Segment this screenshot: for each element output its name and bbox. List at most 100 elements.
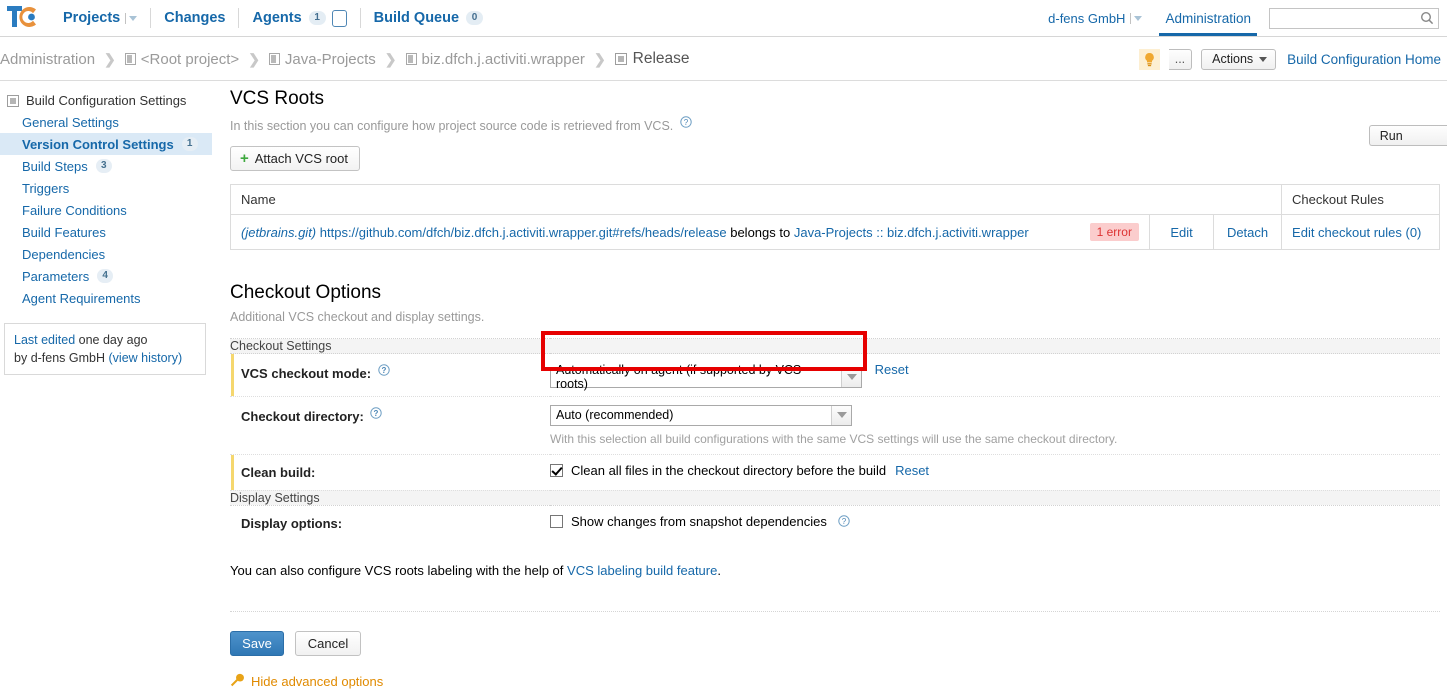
help-icon[interactable]: ? xyxy=(377,364,390,376)
sidebar-item-dependencies[interactable]: Dependencies xyxy=(0,243,212,265)
column-header-name: Name xyxy=(230,184,1283,215)
svg-text:?: ? xyxy=(374,409,379,418)
lightbulb-icon[interactable] xyxy=(1138,48,1160,70)
breadcrumb: Administration ❯ <Root project> ❯ Java-P… xyxy=(0,37,690,81)
agents-status-box[interactable] xyxy=(331,9,347,27)
nav-item-build-queue[interactable]: Build Queue 0 xyxy=(361,0,496,36)
vcs-checkout-mode-label-cell: VCS checkout mode: ? xyxy=(230,353,550,397)
checkout-directory-select[interactable]: Auto (recommended) xyxy=(550,404,852,426)
tab-administration[interactable]: Administration xyxy=(1155,0,1261,36)
sidebar-item-label: General Settings xyxy=(22,114,119,130)
build-configuration-home-link[interactable]: Build Configuration Home xyxy=(1287,52,1441,67)
actions-button[interactable]: Actions xyxy=(1201,48,1277,70)
vcs-root-detach-cell: Detach xyxy=(1213,214,1283,250)
breadcrumb-separator: ❯ xyxy=(248,50,260,67)
row-vcs-checkout-mode: VCS checkout mode: ? Automatically on ag… xyxy=(230,353,1440,397)
chevron-down-icon xyxy=(831,405,851,425)
user-menu[interactable]: d-fens GmbH xyxy=(1035,0,1155,36)
detach-vcs-root-link[interactable]: Detach xyxy=(1227,225,1268,240)
last-edited-link[interactable]: Last edited xyxy=(14,333,75,347)
nav-item-agents[interactable]: Agents 1 xyxy=(239,0,359,36)
display-options-checkbox-row: Show changes from snapshot dependencies … xyxy=(550,514,1440,529)
help-icon[interactable]: ? xyxy=(680,116,692,128)
save-button[interactable]: Save xyxy=(230,630,284,656)
sidebar-item-general-settings[interactable]: General Settings xyxy=(0,111,212,133)
breadcrumb-item-root-project[interactable]: <Root project> xyxy=(124,51,239,68)
breadcrumb-separator: ❯ xyxy=(384,50,397,67)
nav-item-projects[interactable]: Projects xyxy=(50,0,150,36)
sidebar-item-count: 1 xyxy=(181,137,198,151)
checkout-directory-hint: With this selection all build configurat… xyxy=(550,431,1118,446)
row-display-options: Display options: Show changes from snaps… xyxy=(230,505,1440,541)
view-history-link[interactable]: (view history) xyxy=(109,351,183,365)
sidebar-item-version-control-settings[interactable]: Version Control Settings 1 xyxy=(0,133,212,155)
vcs-roots-description: In this section you can configure how pr… xyxy=(230,116,1445,133)
sidebar-item-label: Triggers xyxy=(22,180,70,196)
svg-text:?: ? xyxy=(684,118,689,127)
group-header-display-settings: Display Settings xyxy=(230,489,1440,506)
sidebar-item-agent-requirements[interactable]: Agent Requirements xyxy=(0,287,212,309)
checkout-options-title: Checkout Options xyxy=(230,282,382,303)
sidebar-item-build-features[interactable]: Build Features xyxy=(0,221,212,243)
group-header-checkout-settings: Checkout Settings xyxy=(230,338,1440,354)
reset-checkout-mode-link[interactable]: Reset xyxy=(875,362,909,377)
clean-build-checkbox[interactable] xyxy=(550,463,563,477)
breadcrumb-item-release[interactable]: Release xyxy=(614,50,690,68)
sidebar-item-triggers[interactable]: Triggers xyxy=(0,177,212,199)
vcs-root-name-cell: (jetbrains.git) https://github.com/dfch/… xyxy=(231,215,1080,250)
sidebar-item-parameters[interactable]: Parameters 4 xyxy=(0,265,212,287)
vcs-checkout-mode-select[interactable]: Automatically on agent (if supported by … xyxy=(550,363,862,391)
vcs-labeling-build-feature-link[interactable]: VCS labeling build feature xyxy=(567,563,717,578)
belongs-to-prefix: belongs to xyxy=(730,224,791,240)
nav-item-changes[interactable]: Changes xyxy=(151,0,238,36)
sidebar-item-label: Version Control Settings xyxy=(22,136,174,152)
breadcrumb-label: Release xyxy=(632,50,690,67)
sidebar-item-failure-conditions[interactable]: Failure Conditions xyxy=(0,199,212,221)
display-options-checkbox[interactable] xyxy=(550,514,563,528)
help-icon[interactable]: ? xyxy=(838,515,850,527)
build-config-icon xyxy=(614,53,627,65)
clean-build-checkbox-label: Clean all files in the checkout director… xyxy=(571,462,887,478)
breadcrumb-separator: ❯ xyxy=(104,50,116,67)
hide-advanced-options-toggle[interactable]: Hide advanced options xyxy=(230,673,1445,690)
tab-administration-label: Administration xyxy=(1165,10,1251,26)
projects-dropdown-caret[interactable] xyxy=(125,12,138,24)
edit-vcs-root-link[interactable]: Edit xyxy=(1170,225,1192,240)
attach-vcs-root-button[interactable]: + Attach VCS root xyxy=(230,146,360,171)
chevron-down-icon xyxy=(1259,56,1268,62)
sidebar-item-build-steps[interactable]: Build Steps 3 xyxy=(0,155,212,177)
settings-sidebar: Build Configuration Settings General Set… xyxy=(0,90,212,376)
main-content: VCS Roots In this section you can config… xyxy=(230,88,1445,690)
vcs-root-type-link[interactable]: (jetbrains.git) xyxy=(241,225,316,240)
sidebar-item-count: 4 xyxy=(97,269,114,283)
vcs-labeling-note-suffix: . xyxy=(717,562,721,578)
breadcrumb-item-wrapper[interactable]: biz.dfch.j.activiti.wrapper xyxy=(405,51,585,68)
breadcrumb-item-administration[interactable]: Administration xyxy=(0,51,95,68)
build-queue-count-badge: 0 xyxy=(466,11,484,25)
checkout-directory-label: Checkout directory: xyxy=(241,408,364,424)
teamcity-logo[interactable] xyxy=(6,4,40,32)
cancel-button[interactable]: Cancel xyxy=(295,630,361,656)
user-dropdown-caret[interactable] xyxy=(1130,12,1143,24)
belongs-to-link[interactable]: Java-Projects :: biz.dfch.j.activiti.wra… xyxy=(794,225,1029,240)
breadcrumb-item-java-projects[interactable]: Java-Projects xyxy=(268,51,376,68)
search-input[interactable] xyxy=(1269,7,1439,29)
sidebar-root-label: Build Configuration Settings xyxy=(26,93,187,108)
header-search xyxy=(1269,7,1439,29)
status-badge[interactable]: 1 error xyxy=(1089,223,1139,241)
sidebar-item-label: Agent Requirements xyxy=(22,290,141,306)
last-edited-panel: Last edited one day ago by d-fens GmbH (… xyxy=(4,323,206,376)
form-buttons: Save Cancel xyxy=(230,630,1445,656)
vcs-roots-description-text: In this section you can configure how pr… xyxy=(230,119,674,133)
vcs-root-url-link[interactable]: https://github.com/dfch/biz.dfch.j.activ… xyxy=(320,225,727,240)
reset-clean-build-link[interactable]: Reset xyxy=(895,463,929,478)
run-options-button[interactable]: ... xyxy=(1168,48,1193,70)
edit-checkout-rules-link[interactable]: Edit checkout rules (0) xyxy=(1292,225,1421,240)
display-options-label-cell: Display options: xyxy=(230,505,550,541)
vcs-roots-title: VCS Roots xyxy=(230,88,324,109)
display-options-label: Display options: xyxy=(241,515,343,531)
project-icon xyxy=(405,53,417,65)
primary-nav: Projects Changes Agents 1 Build Queue 0 xyxy=(50,0,496,36)
help-icon[interactable]: ? xyxy=(370,406,383,419)
vcs-checkout-mode-label: VCS checkout mode: xyxy=(241,366,372,381)
